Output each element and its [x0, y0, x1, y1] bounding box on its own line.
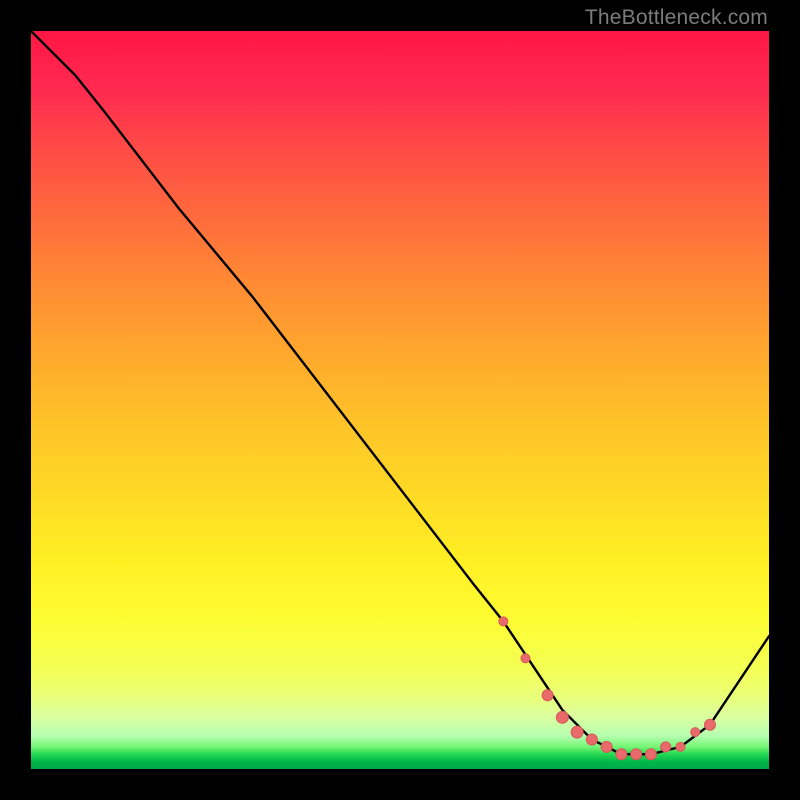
- curve-marker: [499, 617, 508, 626]
- curve-marker: [586, 734, 597, 745]
- bottleneck-curve: [31, 31, 769, 754]
- curve-marker: [571, 726, 583, 738]
- curve-marker: [616, 749, 627, 760]
- curve-marker: [601, 741, 612, 752]
- curve-markers: [499, 617, 716, 760]
- curve-marker: [556, 711, 568, 723]
- watermark-text: TheBottleneck.com: [585, 6, 768, 30]
- curve-marker: [631, 749, 642, 760]
- curve-marker: [521, 654, 530, 663]
- chart-frame: TheBottleneck.com: [0, 0, 800, 800]
- curve-marker: [542, 690, 553, 701]
- curve-marker: [676, 742, 685, 751]
- curve-marker: [691, 728, 700, 737]
- curve-marker: [704, 719, 715, 730]
- curve-marker: [661, 742, 671, 752]
- chart-overlay: [31, 31, 769, 769]
- curve-marker: [645, 749, 656, 760]
